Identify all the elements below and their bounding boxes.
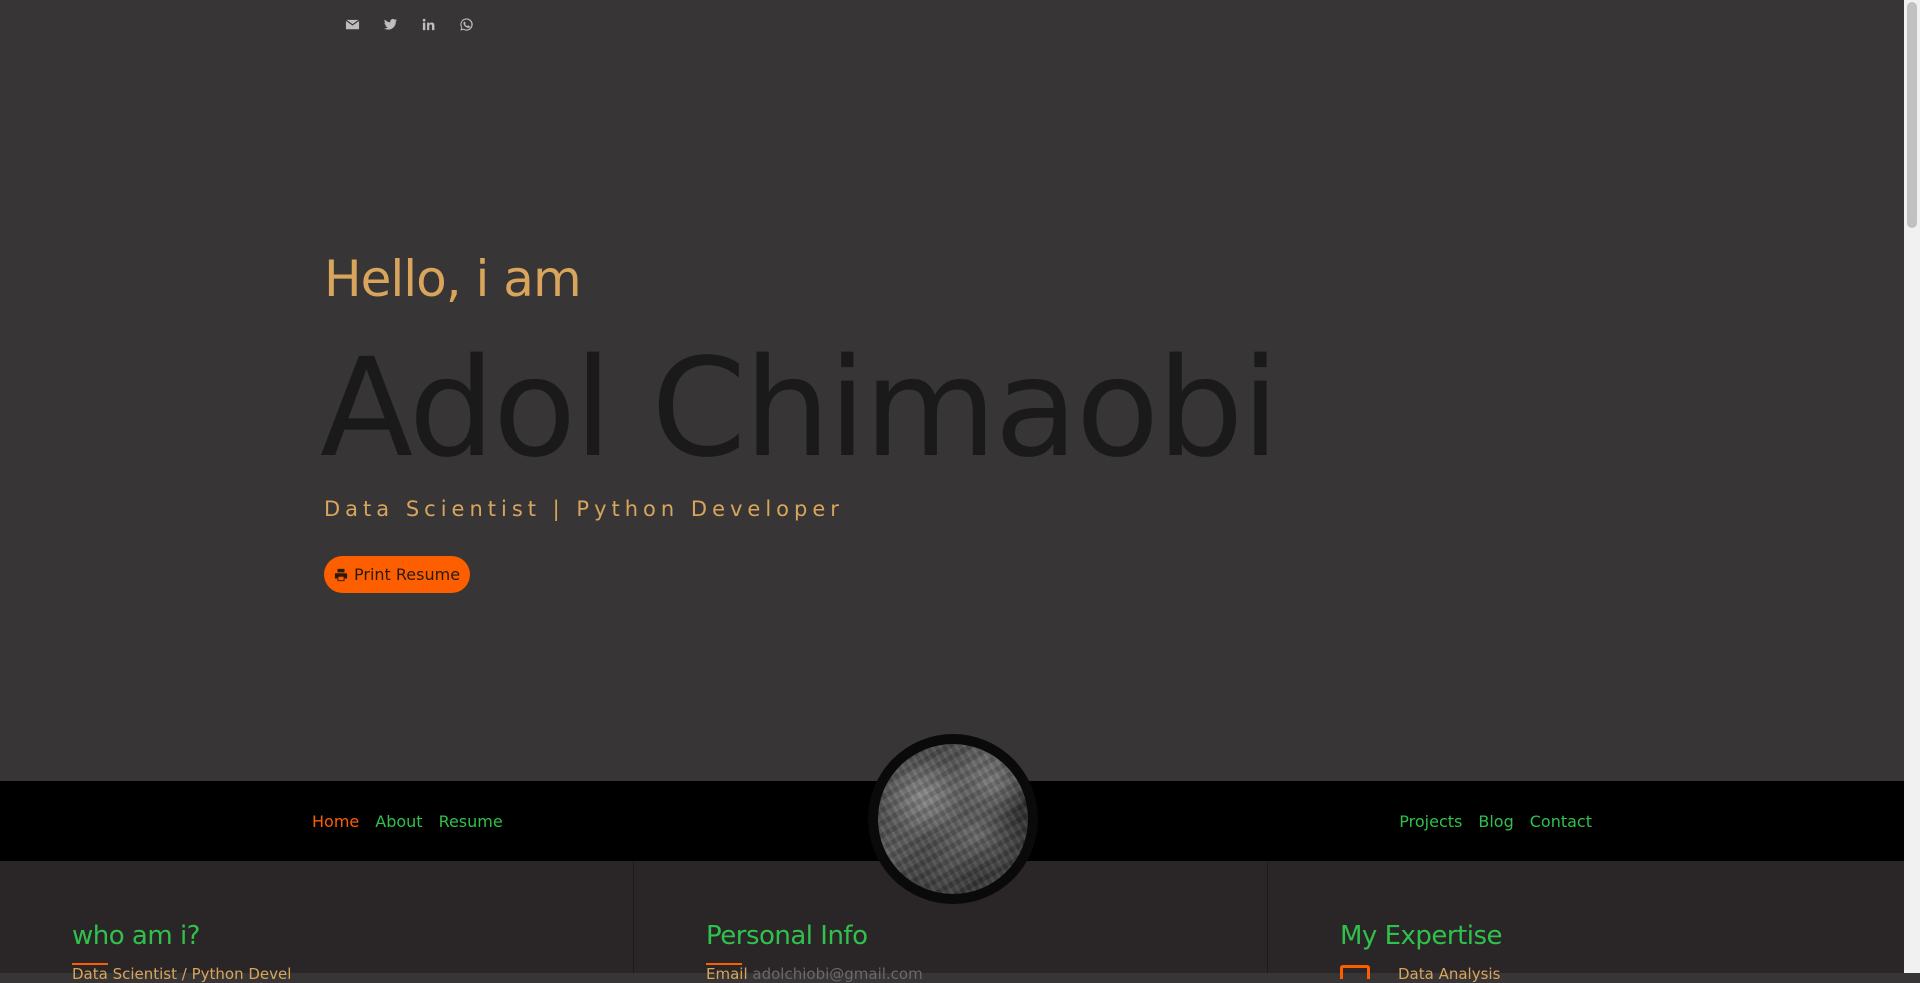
- linkedin-icon[interactable]: [420, 16, 436, 32]
- expertise-title: My Expertise: [1340, 921, 1503, 951]
- nav-contact[interactable]: Contact: [1530, 812, 1592, 831]
- expertise-section: My Expertise Data Analysis: [1268, 861, 1904, 983]
- personal-info-email: Email adolchiobi@gmail.com: [706, 965, 923, 983]
- print-resume-label: Print Resume: [354, 565, 461, 584]
- hero-name: Adol Chimaobi: [320, 330, 1279, 488]
- print-resume-button[interactable]: Print Resume: [324, 556, 471, 593]
- nav-home[interactable]: Home: [312, 812, 359, 831]
- about-section: who am i? Data Scientist / Python Devel: [0, 861, 634, 983]
- whatsapp-icon[interactable]: [458, 16, 474, 32]
- about-title: who am i?: [72, 921, 200, 951]
- hero-greeting: Hello, i am: [324, 250, 582, 308]
- hero-subtitle: Data Scientist | Python Developer: [324, 497, 844, 521]
- personal-info-title: Personal Info: [706, 921, 868, 951]
- nav-about[interactable]: About: [375, 812, 422, 831]
- avatar-ring: [868, 734, 1038, 904]
- printer-icon: [334, 568, 348, 581]
- scrollbar-thumb[interactable]: [1907, 2, 1917, 228]
- about-text: Data Scientist / Python Devel: [72, 965, 292, 983]
- expertise-item: Data Analysis: [1398, 965, 1501, 983]
- hero-section: Hello, i am Adol Chimaobi Data Scientist…: [0, 0, 1904, 781]
- avatar: [878, 744, 1028, 894]
- email-value: adolchiobi@gmail.com: [752, 965, 923, 983]
- page-scrollbar[interactable]: [1904, 0, 1920, 973]
- social-links: [344, 16, 474, 32]
- nav-left-group: Home About Resume: [312, 781, 503, 861]
- twitter-icon[interactable]: [382, 16, 398, 32]
- nav-projects[interactable]: Projects: [1399, 812, 1462, 831]
- nav-resume[interactable]: Resume: [439, 812, 503, 831]
- envelope-icon[interactable]: [344, 16, 360, 32]
- nav-right-group: Projects Blog Contact: [1399, 781, 1592, 861]
- nav-blog[interactable]: Blog: [1478, 812, 1513, 831]
- email-label: Email: [706, 965, 748, 983]
- monitor-icon: [1340, 965, 1370, 979]
